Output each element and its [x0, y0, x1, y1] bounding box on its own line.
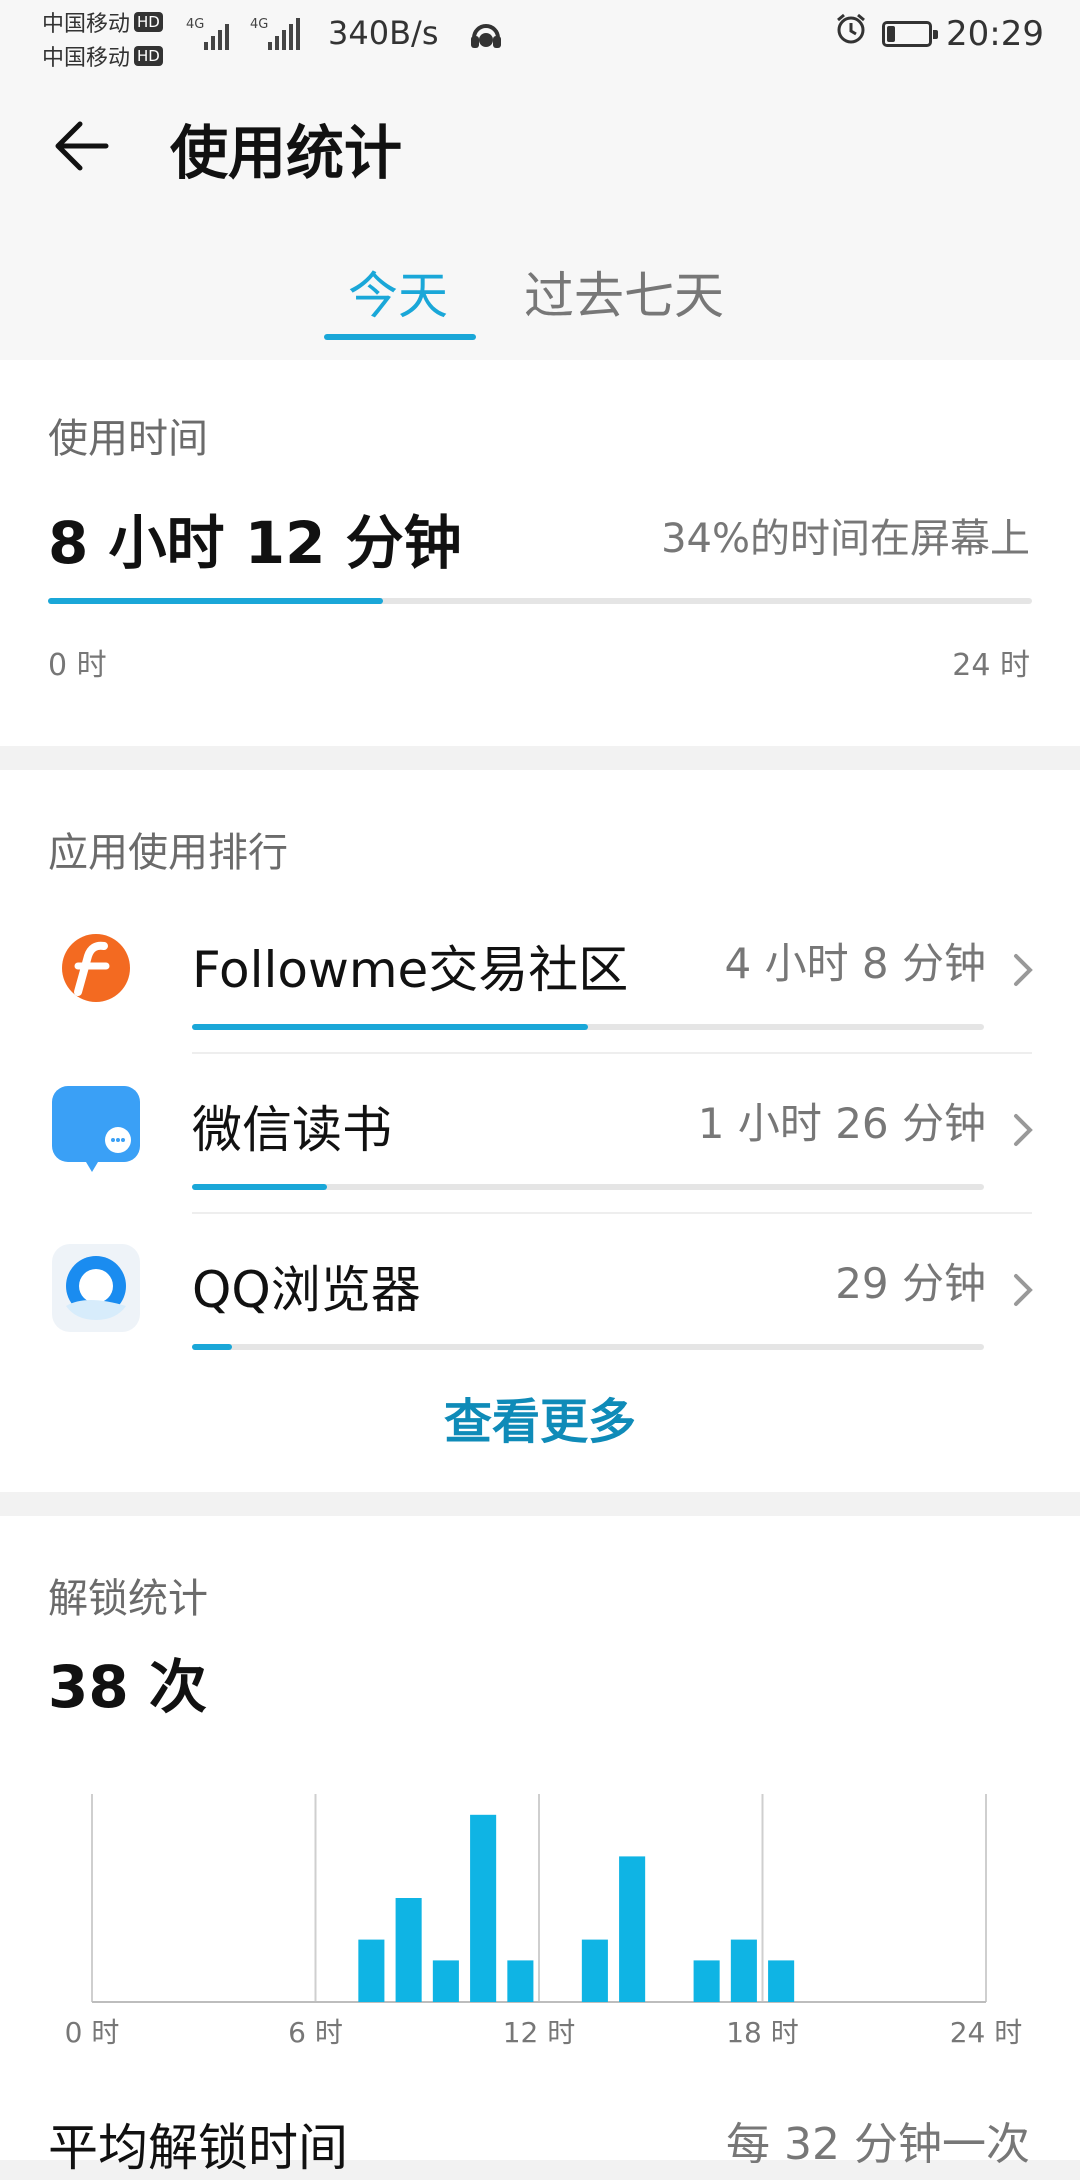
chart-bar [507, 1960, 534, 2002]
row-divider [192, 1212, 1032, 1214]
chart-bar [432, 1960, 459, 2002]
app-usage-track [192, 1024, 984, 1030]
app-usage-fill [192, 1344, 232, 1350]
back-arrow-icon[interactable] [52, 116, 112, 176]
app-ranking-label: 应用使用排行 [48, 830, 288, 876]
tab-indicator [324, 334, 476, 340]
chart-bar [358, 1939, 385, 2002]
app-name: Followme交易社区 [192, 941, 629, 999]
chevron-right-icon [1008, 1270, 1038, 1310]
network-type-2: 4G [250, 17, 268, 32]
status-right: 20:29 [834, 12, 1044, 55]
chart-bar [619, 1856, 646, 2002]
followme-icon [50, 922, 142, 1014]
app-ranking-card: 应用使用排行 Followme交易社区 4 小时 8 分钟 微信读书 1 小时 … [0, 770, 1080, 1492]
screen-time-percent: 34%的时间在屏幕上 [661, 516, 1030, 562]
chart-x-tick: 0 时 [65, 2016, 120, 2049]
battery-icon [882, 20, 939, 47]
app-usage-track [192, 1184, 984, 1190]
unlock-stats-card: 解锁统计 38 次 0 时 6 时 12 时 18 时 24 时 平均解锁时间 每 32… [0, 1516, 1080, 2177]
tab-today[interactable]: 今天 [348, 256, 448, 328]
avg-unlock-value: 每 32 分钟一次 [726, 2119, 1030, 2170]
tab-past-seven-days[interactable]: 过去七天 [524, 256, 724, 328]
usage-time-value: 8 小时 12 分钟 [48, 509, 462, 577]
battery-fill [887, 25, 896, 42]
hd-badge-1: HD [134, 12, 163, 32]
row-divider [192, 1052, 1032, 1054]
app-row[interactable]: QQ浏览器 29 分钟 [0, 1216, 1080, 1376]
app-name: 微信读书 [192, 1101, 392, 1159]
alarm-icon [834, 12, 868, 55]
app-usage-track [192, 1344, 984, 1350]
hd-badge-2: HD [134, 46, 163, 66]
weread-icon [50, 1082, 142, 1174]
app-row[interactable]: Followme交易社区 4 小时 8 分钟 [0, 896, 1080, 1056]
chart-x-tick: 12 时 [503, 2016, 576, 2049]
usage-progress-track [48, 598, 1032, 604]
usage-time-card: 使用时间 8 小时 12 分钟 34%的时间在屏幕上 0 时 24 时 [0, 360, 1080, 746]
carrier-2-label: 中国移动 [42, 46, 131, 71]
chart-bar [693, 1960, 720, 2002]
chart-x-tick: 24 时 [950, 2016, 1023, 2049]
unlock-count: 38 次 [48, 1653, 207, 1721]
chart-bar [730, 1939, 757, 2002]
carrier-1-label: 中国移动 [42, 12, 131, 37]
avg-unlock-label: 平均解锁时间 [48, 2119, 348, 2177]
qq-browser-icon [50, 1242, 142, 1334]
usage-time-label: 使用时间 [48, 416, 208, 462]
headset-icon [468, 18, 504, 58]
carrier-1: 中国移动 HD [42, 6, 163, 38]
chevron-right-icon [1008, 950, 1038, 990]
clock: 20:29 [946, 13, 1044, 54]
app-row[interactable]: 微信读书 1 小时 26 分钟 [0, 1056, 1080, 1216]
usage-scale-start: 0 时 [48, 648, 107, 683]
net-speed: 340B/s [328, 14, 439, 52]
usage-progress-fill [48, 598, 383, 604]
unlock-stats-label: 解锁统计 [48, 1576, 208, 1622]
network-type-1: 4G [186, 17, 204, 32]
chart-bar [581, 1939, 608, 2002]
chart-bar [768, 1960, 795, 2002]
signal-icon-2: 4G [250, 14, 310, 61]
app-usage-fill [192, 1024, 588, 1030]
chart-bar [470, 1814, 497, 2002]
app-time: 4 小时 8 分钟 [724, 939, 987, 988]
chevron-right-icon [1008, 1110, 1038, 1150]
unlock-chart: 0 时 6 时 12 时 18 时 24 时 [65, 1794, 1023, 2049]
app-bar: 使用统计 今天 过去七天 [0, 76, 1080, 360]
chart-x-tick: 6 时 [288, 2016, 343, 2049]
status-bar: 中国移动 HD 中国移动 HD 4G 4G 340B/s 20:29 [0, 0, 1080, 76]
page-title: 使用统计 [170, 119, 403, 187]
chart-x-tick: 18 时 [726, 2016, 799, 2049]
chart-bar [395, 1898, 422, 2002]
app-time: 29 分钟 [835, 1259, 986, 1308]
signal-icon: 4G [186, 14, 242, 61]
view-more-link[interactable]: 查看更多 [0, 1382, 1080, 1452]
carrier-2: 中国移动 HD [42, 40, 163, 72]
app-time: 1 小时 26 分钟 [697, 1099, 986, 1148]
app-name: QQ浏览器 [192, 1261, 421, 1319]
usage-scale-end: 24 时 [952, 648, 1030, 683]
app-usage-fill [192, 1184, 327, 1190]
